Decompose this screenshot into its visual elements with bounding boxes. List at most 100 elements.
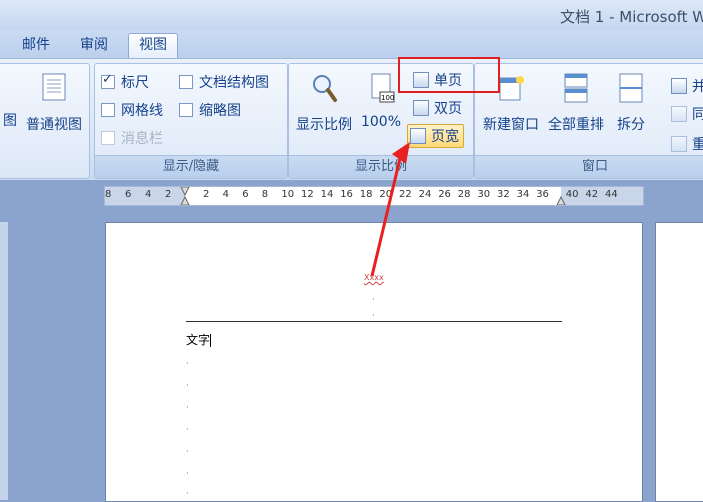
- ruler-checkbox[interactable]: 标尺: [101, 72, 149, 92]
- split-icon: [619, 73, 643, 103]
- split-button[interactable]: 拆分: [611, 72, 651, 134]
- message-bar-label: 消息栏: [121, 131, 163, 147]
- paragraph-mark: ·: [372, 295, 375, 305]
- side-by-side-icon: [671, 78, 687, 94]
- checkbox-icon: [101, 103, 115, 117]
- ruler-tick: 6: [125, 189, 132, 200]
- new-window-icon: [499, 76, 524, 101]
- ruler-tick: 32: [497, 189, 510, 200]
- thumbnails-label: 缩略图: [199, 103, 241, 119]
- ruler-tick: 28: [457, 189, 471, 200]
- svg-text:100: 100: [381, 94, 394, 102]
- ruler-tick: 20: [379, 189, 393, 200]
- highlight-box: [398, 57, 500, 93]
- ruler-tick: 14: [320, 189, 334, 200]
- ruler-tick: 44: [605, 189, 618, 200]
- zoom-button[interactable]: 显示比例: [293, 72, 355, 134]
- zoom-label: 显示比例: [296, 117, 352, 133]
- page-width-button[interactable]: 页宽: [407, 124, 464, 148]
- ruler-tick: 8: [261, 189, 269, 200]
- checkbox-icon: [179, 75, 193, 89]
- synchronous-scrolling-button[interactable]: 同: [671, 104, 703, 124]
- ruler-tick: 12: [301, 189, 314, 200]
- paragraph-mark: ·: [372, 311, 375, 321]
- paragraph-mark: ·: [186, 359, 189, 369]
- two-pages-button[interactable]: 双页: [413, 98, 462, 118]
- normal-view-icon: [42, 73, 66, 101]
- body-text: 文字: [186, 333, 212, 347]
- reset-window-icon: [671, 136, 687, 152]
- ruler-tick: 2: [165, 189, 172, 200]
- ruler-tick: 4: [145, 189, 152, 200]
- group-label-show-hide: 显示/隐藏: [95, 155, 287, 178]
- tab-review[interactable]: 审阅: [80, 34, 108, 56]
- side-by-side-button[interactable]: 并: [671, 76, 703, 96]
- split-label: 拆分: [617, 117, 645, 133]
- tab-view[interactable]: 视图: [128, 33, 178, 59]
- ruler-tick: 40: [565, 189, 579, 200]
- ruler-tick: 8: [105, 189, 112, 200]
- group-show-hide: 标尺 网格线 消息栏 文档结构图 缩略图 显示/隐藏: [94, 63, 288, 179]
- arrange-all-icon: [564, 73, 588, 103]
- ruler-tick: 2: [203, 189, 210, 200]
- group-document-views: 图 普通视图: [0, 63, 90, 179]
- reset-window-label: 重: [692, 137, 703, 153]
- paragraph-mark: ·: [186, 403, 189, 413]
- partial-view-button[interactable]: 图: [3, 110, 17, 130]
- ruler-tick: 6: [242, 189, 249, 200]
- title-bar: 文档 1 - Microsoft W: [0, 0, 703, 30]
- ruler-tick: 42: [585, 189, 599, 200]
- zoom-100-icon: 100: [371, 73, 395, 103]
- group-label-window: 窗口: [475, 155, 703, 178]
- ruler-tick: 16: [340, 189, 353, 200]
- ruler-tick: 4: [222, 189, 229, 200]
- arrange-all-label: 全部重排: [548, 117, 604, 133]
- horizontal-ruler[interactable]: 8 6 4 2 2 4 6 8 10 12 14 16 18 20 22 24 26 28 30 32 34 36 40 42…: [104, 186, 644, 206]
- checkbox-icon: [101, 131, 115, 145]
- ribbon: 图 普通视图 标尺 网格线 消息栏 文档结构图: [0, 58, 703, 182]
- reset-window-button[interactable]: 重: [671, 134, 703, 154]
- document-page[interactable]: Xxxx · · 文字 · · · · · · ·: [105, 222, 643, 502]
- paragraph-mark: ·: [186, 425, 189, 435]
- ruler-tick: 18: [359, 189, 373, 200]
- message-bar-checkbox[interactable]: 消息栏: [101, 128, 163, 148]
- ruler-tick: 22: [399, 189, 412, 200]
- ruler-tick: 10: [281, 189, 295, 200]
- sync-scroll-label: 同: [692, 107, 703, 123]
- paragraph-mark: ·: [186, 381, 189, 391]
- page-width-label: 页宽: [431, 129, 459, 145]
- new-window-label: 新建窗口: [483, 117, 539, 133]
- tab-mailings[interactable]: 邮件: [22, 34, 50, 56]
- document-map-checkbox[interactable]: 文档结构图: [179, 72, 269, 92]
- two-pages-label: 双页: [434, 101, 462, 117]
- sync-scroll-icon: [671, 106, 687, 122]
- ruler-label: 标尺: [121, 75, 149, 91]
- zoom-100-button[interactable]: 100 100%: [359, 72, 403, 130]
- text-cursor: [210, 334, 212, 347]
- window-title: 文档 1 - Microsoft W: [560, 8, 703, 26]
- paragraph-mark: ·: [186, 469, 189, 479]
- magnifier-icon: [313, 75, 337, 102]
- checkbox-checked-icon: [101, 72, 115, 89]
- thumbnails-checkbox[interactable]: 缩略图: [179, 100, 241, 120]
- paragraph-mark: ·: [186, 489, 189, 499]
- ruler-markers: [105, 187, 643, 205]
- zoom-100-label: 100%: [360, 114, 402, 130]
- gridlines-label: 网格线: [121, 103, 163, 119]
- header-divider: [186, 321, 562, 322]
- normal-view-button[interactable]: 普通视图: [23, 72, 85, 134]
- side-by-side-label: 并: [692, 79, 703, 95]
- group-label-zoom: 显示比例: [289, 155, 473, 178]
- ruler-tick: 30: [477, 189, 491, 200]
- document-map-label: 文档结构图: [199, 75, 269, 91]
- left-margin-strip: [0, 222, 8, 500]
- ruler-tick: 24: [418, 189, 432, 200]
- gridlines-checkbox[interactable]: 网格线: [101, 100, 163, 120]
- checkbox-icon: [179, 103, 193, 117]
- normal-view-label: 普通视图: [26, 117, 82, 133]
- arrange-all-button[interactable]: 全部重排: [545, 72, 607, 134]
- paragraph-mark: ·: [186, 447, 189, 457]
- ruler-tick: 34: [516, 189, 530, 200]
- next-page-edge: [655, 222, 703, 502]
- group-window: 新建窗口 全部重排 拆分 并 同 重 窗口: [474, 63, 703, 179]
